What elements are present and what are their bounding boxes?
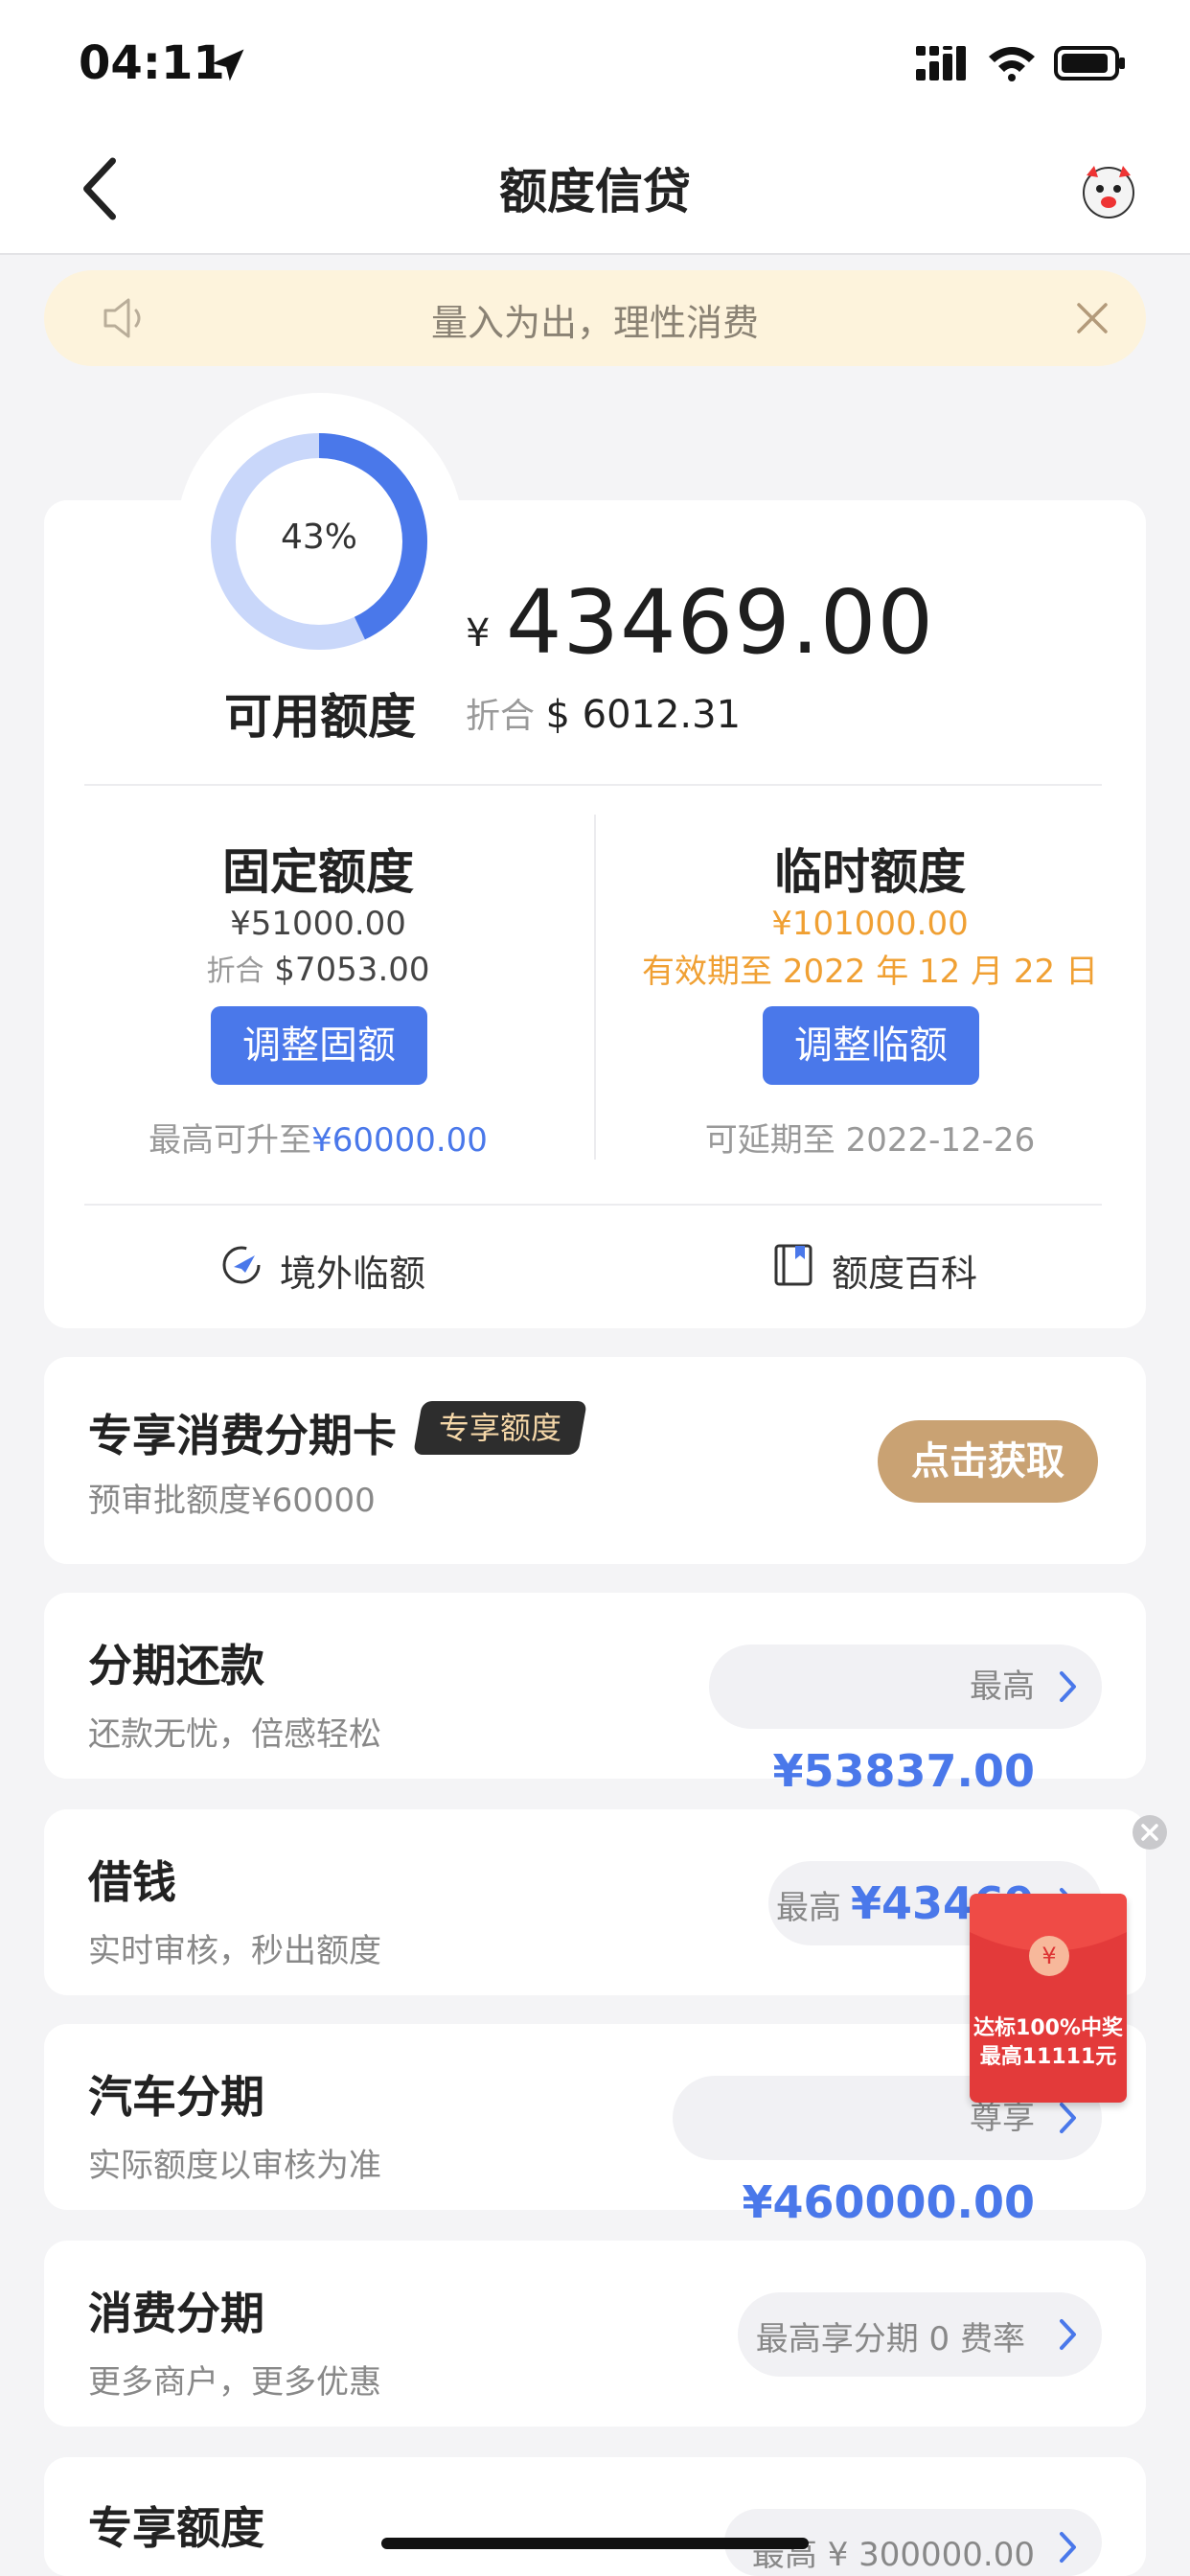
exclusive-badge: 专享额度 (413, 1401, 587, 1455)
location-arrow-icon (212, 49, 244, 81)
fixed-max-label: 最高可升至 (149, 1121, 312, 1160)
chevron-right-icon (1060, 2319, 1076, 2350)
available-amount: 43469.00 (506, 571, 934, 674)
adjust-fixed-button[interactable]: 调整固额 (211, 1006, 427, 1085)
temp-credit-validity: 有效期至 2022 年 12 月 22 日 (642, 953, 1098, 991)
fold-label: 折合 (466, 697, 536, 736)
row-pill[interactable]: 最高 ¥53837.00 (709, 1644, 1102, 1797)
exclusive-card-title: 专享消费分期卡 (88, 1410, 397, 1461)
pill-prefix: 最高 (970, 1668, 1035, 1706)
row-sub: 实时审核，秒出额度 (88, 1932, 381, 1970)
row-title: 分期还款 (88, 1640, 264, 1691)
adjust-temp-button[interactable]: 调整临额 (763, 1006, 979, 1085)
page-title: 额度信贷 (499, 164, 691, 219)
fixed-credit-fold: 折合 $7053.00 (50, 947, 586, 989)
row-title: 消费分期 (88, 2288, 264, 2339)
fixed-credit-title: 固定额度 (222, 844, 414, 900)
yen-coin-icon: ¥ (1029, 1936, 1069, 1976)
book-icon (774, 1244, 812, 1286)
fixed-credit-amount: ¥51000.00 (230, 905, 406, 943)
close-icon[interactable] (1073, 299, 1111, 337)
red-packet-line1: 达标100%中奖 (973, 2016, 1123, 2040)
row-title: 汽车分期 (88, 2071, 264, 2123)
chevron-right-icon (1060, 1671, 1076, 1702)
available-credit-label: 可用额度 (224, 689, 416, 745)
usd-equivalent: 折合 $ 6012.31 (466, 688, 741, 738)
credit-wiki-link[interactable]: 额度百科 (832, 1244, 977, 1297)
pill-value: ¥53837.00 (772, 1745, 1035, 1797)
currency-symbol: ¥ (466, 611, 491, 656)
pill-prefix: 尊享 (970, 2099, 1035, 2137)
row-sub: 实际额度以审核为准 (88, 2147, 381, 2185)
notice-text: 量入为出，理性消费 (430, 302, 759, 344)
donut-percent: 43% (280, 518, 357, 557)
airplane-icon (222, 1246, 261, 1284)
fixed-max-value: ¥60000.00 (311, 1121, 488, 1160)
fixed-fold-value: $7053.00 (274, 951, 430, 989)
home-indicator (381, 2538, 809, 2549)
fixed-fold-label: 折合 (206, 954, 264, 988)
close-float-icon[interactable] (1131, 1813, 1169, 1852)
row-title: 借钱 (88, 1856, 176, 1908)
exclusive-badge-label: 专享额度 (438, 1410, 561, 1446)
pill-value: ¥460000.00 (742, 2176, 1035, 2228)
status-time: 04:11 (79, 36, 225, 90)
row-sub: 更多商户，更多优惠 (88, 2363, 381, 2402)
divider (84, 1204, 1102, 1206)
row-pill[interactable]: 最高享分期 0 费率 (738, 2292, 1102, 2377)
temp-credit-title: 临时额度 (774, 844, 966, 900)
chevron-right-icon (1060, 2103, 1076, 2133)
fixed-credit-max: 最高可升至¥60000.00 (50, 1114, 586, 1161)
wifi-icon (989, 47, 1035, 81)
temp-credit-amount: ¥101000.00 (771, 905, 969, 943)
exclusive-card-sub: 预审批额度¥60000 (88, 1482, 376, 1520)
get-card-button[interactable]: 点击获取 (878, 1420, 1098, 1503)
pill-prefix: 最高 (775, 1889, 841, 1927)
mascot-avatar-icon[interactable] (1077, 158, 1140, 221)
overseas-credit-link[interactable]: 境外临额 (280, 1244, 425, 1297)
chevron-right-icon (1060, 2532, 1076, 2563)
pill-prefix: 最高享分期 0 费率 (755, 2320, 1025, 2358)
divider (84, 784, 1102, 786)
battery-icon (1054, 46, 1125, 80)
temp-credit-extend: 可延期至 2022-12-26 (704, 1121, 1036, 1160)
divider (594, 815, 596, 1160)
cellular-signal-icon (916, 46, 966, 80)
row-sub: 还款无忧，倍感轻松 (88, 1715, 381, 1754)
fold-value: $ 6012.31 (545, 693, 742, 737)
row-title: 专享额度 (88, 2502, 264, 2554)
red-packet-line2: 最高11111元 (979, 2045, 1117, 2069)
